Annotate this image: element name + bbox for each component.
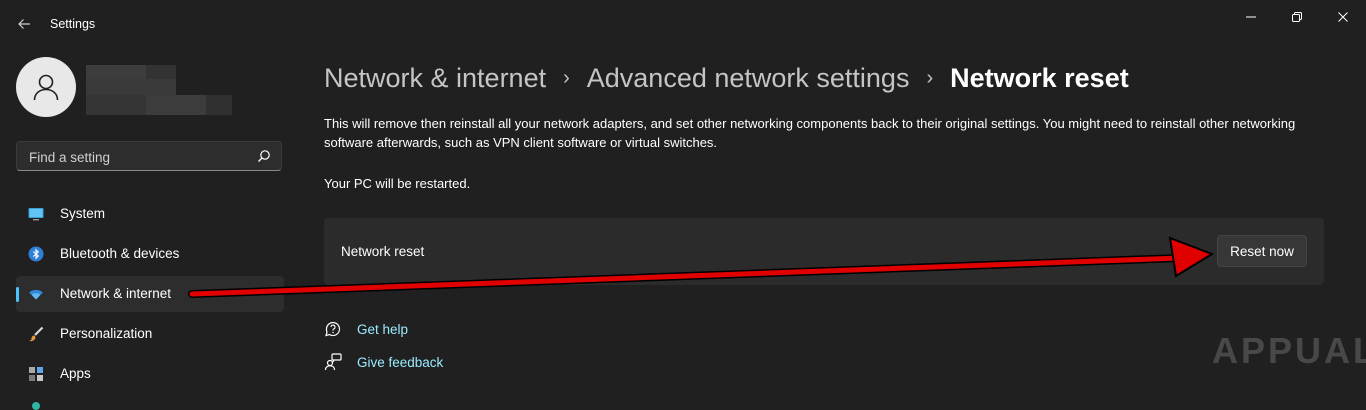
brush-icon (29, 326, 44, 342)
close-button[interactable] (1320, 6, 1366, 28)
network-reset-label: Network reset (341, 244, 425, 259)
close-icon (1338, 12, 1348, 22)
page-title: Network reset (950, 62, 1129, 93)
sidebar-item-label: System (60, 206, 106, 221)
user-icon (33, 74, 59, 101)
active-indicator (16, 287, 19, 302)
sidebar-item-bluetooth-devices[interactable]: Bluetooth & devices (16, 236, 284, 272)
help-chat-icon (325, 321, 341, 337)
sidebar-item-label: Personalization (60, 326, 153, 341)
search-box[interactable] (16, 141, 282, 172)
accounts-icon-partial (32, 402, 40, 410)
app-title: Settings (50, 17, 96, 31)
back-arrow-icon (18, 19, 30, 29)
avatar[interactable] (16, 57, 76, 117)
breadcrumb-advanced-network-settings[interactable]: Advanced network settings (587, 63, 910, 94)
feedback-icon (324, 353, 342, 371)
search-icon[interactable] (257, 149, 271, 163)
title-bar: Settings (0, 0, 1366, 48)
network-reset-card: Network reset Reset now (324, 218, 1324, 285)
chevron-right-icon: › (926, 66, 934, 89)
restart-note: Your PC will be restarted. (324, 176, 471, 191)
sidebar-item-network-internet[interactable]: Network & internet (16, 276, 284, 312)
sidebar-item-label: Bluetooth & devices (60, 246, 180, 261)
search-input[interactable] (27, 142, 251, 172)
sidebar-item-system[interactable]: System (16, 196, 284, 232)
restore-icon (1292, 12, 1302, 22)
breadcrumb: Network & internet › Advanced network se… (324, 58, 1129, 98)
back-button[interactable] (12, 12, 36, 36)
sidebar-item-personalization[interactable]: Personalization (16, 316, 284, 352)
reset-now-button[interactable]: Reset now (1217, 235, 1307, 267)
wifi-icon (29, 289, 43, 300)
sidebar-item-label: Apps (60, 366, 91, 381)
minimize-button[interactable] (1228, 6, 1274, 28)
breadcrumb-network-internet[interactable]: Network & internet (324, 63, 546, 94)
settings-window: Settings Find a setting System Bluetooth… (0, 0, 1366, 410)
reset-description: This will remove then reinstall all your… (324, 116, 1296, 150)
apps-icon (29, 367, 43, 381)
minimize-icon (1246, 16, 1256, 18)
maximize-button[interactable] (1274, 6, 1320, 28)
give-feedback-link[interactable]: Give feedback (324, 352, 443, 372)
system-icon (28, 208, 44, 221)
bluetooth-icon (28, 246, 44, 262)
give-feedback-label: Give feedback (357, 354, 444, 370)
appuals-watermark: APPUALS (1212, 330, 1366, 371)
get-help-label: Get help (357, 321, 409, 337)
sidebar-item-label: Network & internet (60, 286, 172, 301)
chevron-right-icon: › (563, 66, 570, 89)
account-info-redacted (86, 65, 236, 117)
sidebar-item-apps[interactable]: Apps (16, 356, 284, 392)
get-help-link[interactable]: Get help (324, 319, 408, 339)
